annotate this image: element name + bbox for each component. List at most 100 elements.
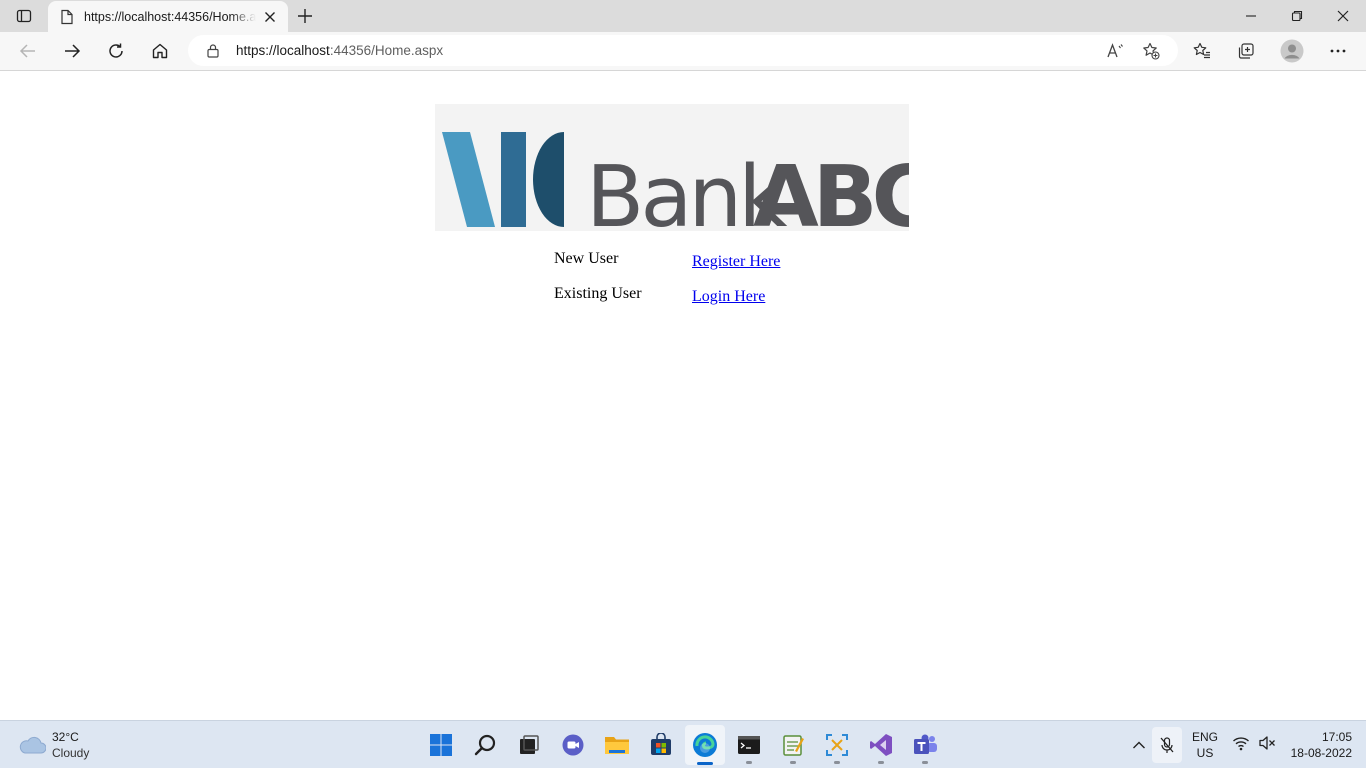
more-options-icon xyxy=(1330,49,1346,53)
language-code: ENG xyxy=(1191,730,1218,744)
minimize-icon xyxy=(1246,15,1256,17)
active-indicator xyxy=(697,762,713,765)
notepad-button[interactable] xyxy=(773,725,813,765)
bank-logo: Bank ABC xyxy=(435,104,935,247)
edge-icon xyxy=(693,733,717,757)
running-indicator xyxy=(790,761,796,764)
meet-icon xyxy=(562,734,584,756)
start-icon xyxy=(430,734,452,756)
weather-widget[interactable]: 32°C Cloudy xyxy=(12,727,102,763)
file-explorer-button[interactable] xyxy=(597,725,637,765)
language-indicator[interactable]: ENG US xyxy=(1186,729,1224,763)
store-button[interactable] xyxy=(641,725,681,765)
wifi-button[interactable] xyxy=(1232,735,1254,755)
store-icon xyxy=(651,733,671,755)
browser-tab-active[interactable]: https://localhost:44356/Home.aspx xyxy=(48,1,288,32)
weather-temp: 32°C xyxy=(52,730,79,744)
tab-strip: https://localhost:44356/Home.aspx xyxy=(0,0,1366,32)
read-aloud-icon xyxy=(1107,43,1123,58)
volume-button[interactable] xyxy=(1258,735,1280,755)
terminal-button[interactable] xyxy=(729,725,769,765)
url-text[interactable]: https://localhost:44356/Home.aspx xyxy=(236,35,443,66)
restore-button[interactable] xyxy=(1274,0,1320,32)
new-user-label: New User xyxy=(554,250,619,267)
login-link[interactable]: Login Here xyxy=(692,288,765,306)
visual-studio-button[interactable] xyxy=(861,725,901,765)
clock-time: 17:05 xyxy=(1321,730,1352,744)
favorites-button[interactable] xyxy=(1186,36,1218,66)
collections-icon xyxy=(1238,43,1254,59)
new-tab-button[interactable] xyxy=(292,4,318,28)
avatar-icon xyxy=(1280,39,1304,63)
cloud-icon xyxy=(19,736,46,754)
snipping-tool-button[interactable] xyxy=(817,725,857,765)
minimize-button[interactable] xyxy=(1228,0,1274,32)
logo-bar-2 xyxy=(501,132,526,227)
wifi-icon xyxy=(1233,737,1249,751)
back-button[interactable] xyxy=(12,36,44,66)
tab-actions-icon xyxy=(16,9,32,23)
taskbar: 32°C Cloudy ENG US 17:05 18-08-2022 xyxy=(0,720,1366,768)
close-window-button[interactable] xyxy=(1320,0,1366,32)
tab-close-button[interactable] xyxy=(260,7,280,27)
chat-button[interactable] xyxy=(553,725,593,765)
refresh-icon xyxy=(109,43,123,58)
add-favorite-button[interactable] xyxy=(1138,41,1164,61)
running-indicator xyxy=(746,761,752,764)
running-indicator xyxy=(922,761,928,764)
terminal-icon xyxy=(738,736,760,754)
teams-button[interactable] xyxy=(905,725,945,765)
home-icon xyxy=(152,43,168,59)
favorites-icon xyxy=(1193,42,1210,59)
browser-toolbar: https://localhost:44356/Home.aspx xyxy=(0,32,1366,71)
back-arrow-icon xyxy=(19,44,35,58)
forward-arrow-icon xyxy=(65,44,81,58)
page-icon xyxy=(61,9,73,25)
bank-logo-image: Bank ABC xyxy=(442,132,935,247)
visual-studio-icon xyxy=(870,734,892,756)
home-button[interactable] xyxy=(144,36,176,66)
keyboard-region: US xyxy=(1196,746,1214,760)
address-bar[interactable]: https://localhost:44356/Home.aspx xyxy=(188,35,1178,66)
microphone-muted-icon xyxy=(1160,737,1174,753)
lock-icon[interactable] xyxy=(206,43,220,58)
running-indicator xyxy=(834,761,840,764)
logo-half-circle xyxy=(533,132,564,227)
logo-text-abc: ABC xyxy=(753,148,909,231)
edge-button[interactable] xyxy=(685,725,725,765)
chevron-up-icon xyxy=(1133,741,1145,749)
notepad-icon xyxy=(783,735,804,756)
file-explorer-icon xyxy=(605,737,629,754)
plus-icon xyxy=(298,9,312,23)
settings-menu-button[interactable] xyxy=(1322,36,1354,66)
url-host: https://localhost xyxy=(236,43,330,58)
logo-bar-1 xyxy=(442,132,495,227)
microphone-button[interactable] xyxy=(1152,727,1182,763)
star-add-icon xyxy=(1143,42,1160,60)
profile-button[interactable] xyxy=(1276,36,1308,66)
weather-condition: Cloudy xyxy=(52,746,90,760)
collections-button[interactable] xyxy=(1230,36,1262,66)
refresh-button[interactable] xyxy=(100,36,132,66)
volume-muted-icon xyxy=(1259,736,1275,750)
search-icon xyxy=(474,734,496,756)
close-icon xyxy=(1337,10,1349,22)
read-aloud-button[interactable] xyxy=(1102,41,1128,61)
search-button[interactable] xyxy=(465,725,505,765)
task-view-icon xyxy=(520,735,539,754)
running-indicator xyxy=(878,761,884,764)
forward-button[interactable] xyxy=(56,36,88,66)
register-link[interactable]: Register Here xyxy=(692,253,780,271)
teams-icon xyxy=(914,734,937,754)
snipping-icon xyxy=(826,734,848,756)
show-hidden-icons-button[interactable] xyxy=(1128,733,1150,757)
task-view-button[interactable] xyxy=(509,725,549,765)
start-button[interactable] xyxy=(421,725,461,765)
tab-actions-button[interactable] xyxy=(8,4,40,28)
restore-icon xyxy=(1291,10,1303,22)
tab-title: https://localhost:44356/Home.aspx xyxy=(84,10,256,24)
clock[interactable]: 17:05 18-08-2022 xyxy=(1284,729,1356,763)
clock-date: 18-08-2022 xyxy=(1290,746,1352,760)
url-path: :44356/Home.aspx xyxy=(329,43,444,58)
existing-user-label: Existing User xyxy=(554,285,642,302)
